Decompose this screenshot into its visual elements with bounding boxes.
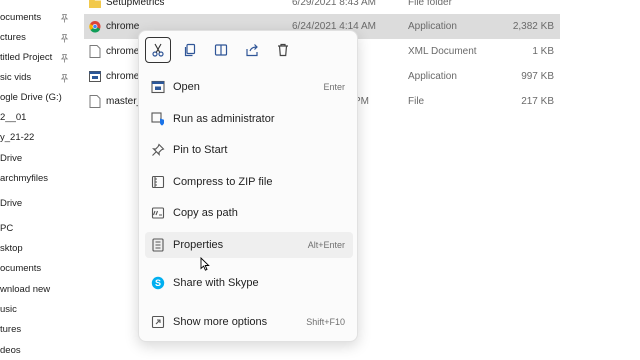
svg-text:S: S [155, 278, 161, 288]
nav-item-desktop[interactable]: sktop [0, 240, 72, 258]
menu-item-pin-to-start[interactable]: Pin to Start [145, 137, 353, 163]
pin-icon [60, 13, 69, 23]
menu-item-open[interactable]: Open Enter [145, 74, 353, 100]
nav-item-this-pc[interactable]: PC [0, 220, 72, 238]
delete-button[interactable] [270, 37, 296, 63]
copy-path-icon [151, 207, 165, 219]
nav-item-pictures[interactable]: ctures [0, 29, 72, 47]
zip-icon [151, 175, 165, 189]
pin-icon [60, 33, 69, 43]
nav-item-google-drive[interactable]: ogle Drive (G:) [0, 89, 72, 107]
nav-item-searchmyfiles[interactable]: archmyfiles [0, 170, 72, 188]
cut-icon [152, 43, 164, 57]
rename-icon [214, 44, 228, 56]
document-icon [89, 45, 101, 58]
menu-item-share-with-skype[interactable]: S Share with Skype [145, 270, 353, 296]
delete-icon [278, 43, 288, 57]
copy-button[interactable] [177, 37, 203, 63]
more-options-icon [151, 315, 165, 329]
nav-item-videos[interactable]: deos [0, 342, 72, 360]
skype-icon: S [151, 276, 165, 290]
folder-icon [89, 0, 101, 8]
context-menu-toolbar [145, 37, 345, 65]
rename-button[interactable] [208, 37, 234, 63]
chrome-icon [89, 21, 101, 33]
menu-item-copy-as-path[interactable]: Copy as path [145, 200, 353, 226]
nav-item-folder[interactable]: 2__01 [0, 109, 72, 127]
nav-item-pictures[interactable]: tures [0, 321, 72, 339]
menu-item-run-as-administrator[interactable]: Run as administrator [145, 106, 353, 132]
cut-button[interactable] [145, 37, 171, 63]
admin-shield-icon [151, 112, 164, 126]
nav-item-untitled-project[interactable]: titled Project [0, 49, 72, 67]
menu-item-properties[interactable]: Properties Alt+Enter [145, 232, 353, 258]
pin-icon [60, 73, 69, 83]
share-icon [246, 44, 258, 57]
copy-icon [184, 43, 196, 57]
nav-item-folder[interactable]: y_21-22 [0, 129, 72, 147]
mouse-cursor-icon [200, 257, 210, 271]
nav-item-drive[interactable]: Drive [0, 150, 72, 168]
share-button[interactable] [239, 37, 265, 63]
nav-item-documents[interactable]: ocuments [0, 9, 72, 27]
menu-item-compress-to-zip[interactable]: Compress to ZIP file [145, 169, 353, 195]
pin-icon [60, 53, 69, 63]
context-menu: Open Enter Run as administrator Pin to S… [138, 30, 358, 342]
nav-item-documents[interactable]: ocuments [0, 260, 72, 278]
file-row[interactable]: SetupMetrics 6/29/2021 8:43 AM File fold… [84, 0, 560, 15]
nav-item-drive[interactable]: Drive [0, 195, 72, 213]
document-icon [89, 95, 101, 108]
application-icon [89, 71, 101, 82]
open-icon [151, 80, 165, 94]
pin-icon [152, 143, 165, 156]
nav-item-download-new[interactable]: wnload new [0, 281, 72, 299]
nav-item-music[interactable]: usic [0, 301, 72, 319]
nav-item-music-vids[interactable]: sic vids [0, 69, 72, 87]
menu-item-show-more-options[interactable]: Show more options Shift+F10 [145, 309, 353, 335]
properties-icon [152, 238, 164, 252]
navigation-pane: ocuments ctures titled Project sic vids … [0, 0, 72, 360]
